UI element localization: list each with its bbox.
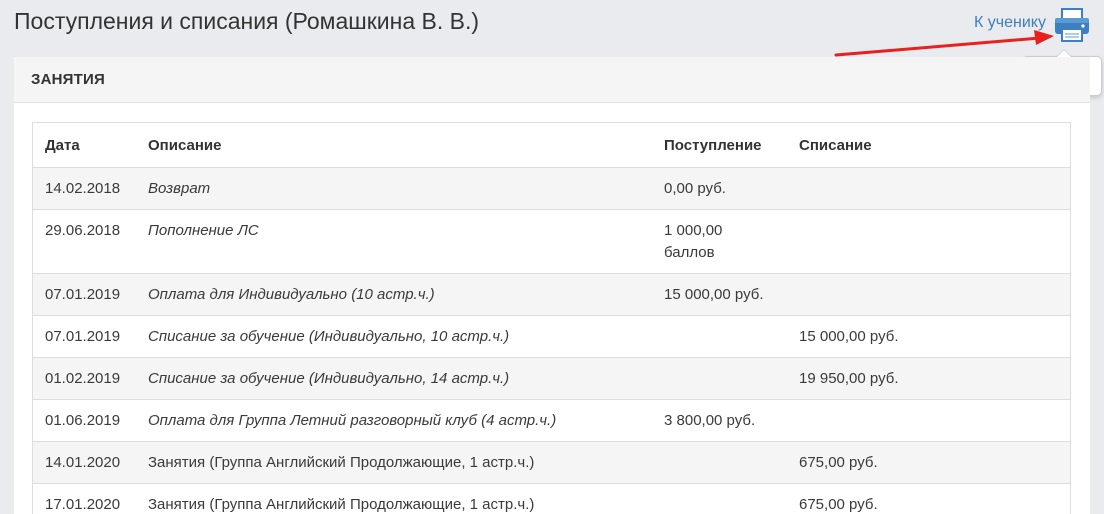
column-header-description: Описание	[148, 136, 222, 154]
table-row: 07.01.2019 Списание за обучение (Индивиду…	[33, 314, 1070, 357]
table-row: 01.02.2019 Списание за обучение (Индивиду…	[33, 356, 1070, 399]
cell-date: 29.06.2018	[33, 208, 136, 273]
table-header-row: Дата Описание Поступление Списание	[33, 123, 1070, 167]
cell-description: Занятия (Группа Английский Продолжающие,…	[136, 440, 652, 483]
cell-income	[652, 440, 787, 483]
cell-income	[652, 482, 787, 514]
print-button[interactable]	[1052, 6, 1092, 44]
cell-date: 14.01.2020	[33, 440, 136, 483]
cell-expense	[787, 272, 1070, 315]
cell-expense: 19 950,00 руб.	[787, 356, 1070, 399]
transactions-table: Дата Описание Поступление Списание 14.02…	[32, 122, 1071, 514]
table-row: 01.06.2019 Оплата для Группа Летний разго…	[33, 398, 1070, 441]
table-row: 14.02.2018 Возврат 0,00 руб.	[33, 166, 1070, 209]
table-row: 07.01.2019 Оплата для Индивидуально (10 а…	[33, 272, 1070, 315]
cell-expense	[787, 398, 1070, 441]
cell-date: 17.01.2020	[33, 482, 136, 514]
page-title: Поступления и списания (Ромашкина В. В.)	[14, 8, 480, 34]
cell-date: 07.01.2019	[33, 272, 136, 315]
cell-date: 14.02.2018	[33, 166, 136, 209]
cell-expense: 675,00 руб.	[787, 440, 1070, 483]
column-header-expense: Списание	[799, 136, 872, 154]
table-row: 14.01.2020 Занятия (Группа Английский Про…	[33, 440, 1070, 483]
cell-income: 1 000,00 баллов	[652, 208, 787, 273]
cell-description: Пополнение ЛС	[136, 208, 652, 273]
table-row: 17.01.2020 Занятия (Группа Английский Про…	[33, 482, 1070, 514]
cell-income	[652, 314, 787, 357]
cell-description: Занятия (Группа Английский Продолжающие,…	[136, 482, 652, 514]
cell-description: Списание за обучение (Индивидуально, 10 …	[136, 314, 652, 357]
table-row: 29.06.2018 Пополнение ЛС 1 000,00 баллов	[33, 208, 1070, 273]
cell-income	[652, 356, 787, 399]
column-header-income: Поступление	[664, 136, 762, 154]
cell-income: 15 000,00 руб.	[652, 272, 787, 315]
column-header-date: Дата	[45, 136, 80, 154]
cell-income: 0,00 руб.	[652, 166, 787, 209]
panel-title: ЗАНЯТИЯ	[14, 57, 1090, 103]
back-to-student-link[interactable]: К ученику	[974, 14, 1046, 32]
cell-date: 01.06.2019	[33, 398, 136, 441]
cell-date: 01.02.2019	[33, 356, 136, 399]
cell-income: 3 800,00 руб.	[652, 398, 787, 441]
printer-icon	[1055, 8, 1089, 42]
cell-description: Оплата для Индивидуально (10 астр.ч.)	[136, 272, 652, 315]
cell-expense	[787, 166, 1070, 209]
cell-date: 07.01.2019	[33, 314, 136, 357]
cell-expense: 15 000,00 руб.	[787, 314, 1070, 357]
lessons-panel: ЗАНЯТИЯ Дата Описание Поступление Списан…	[14, 57, 1090, 514]
cell-description: Оплата для Группа Летний разговорный клу…	[136, 398, 652, 441]
cell-description: Возврат	[136, 166, 652, 209]
cell-expense: 675,00 руб.	[787, 482, 1070, 514]
cell-expense	[787, 208, 1070, 273]
cell-description: Списание за обучение (Индивидуально, 14 …	[136, 356, 652, 399]
